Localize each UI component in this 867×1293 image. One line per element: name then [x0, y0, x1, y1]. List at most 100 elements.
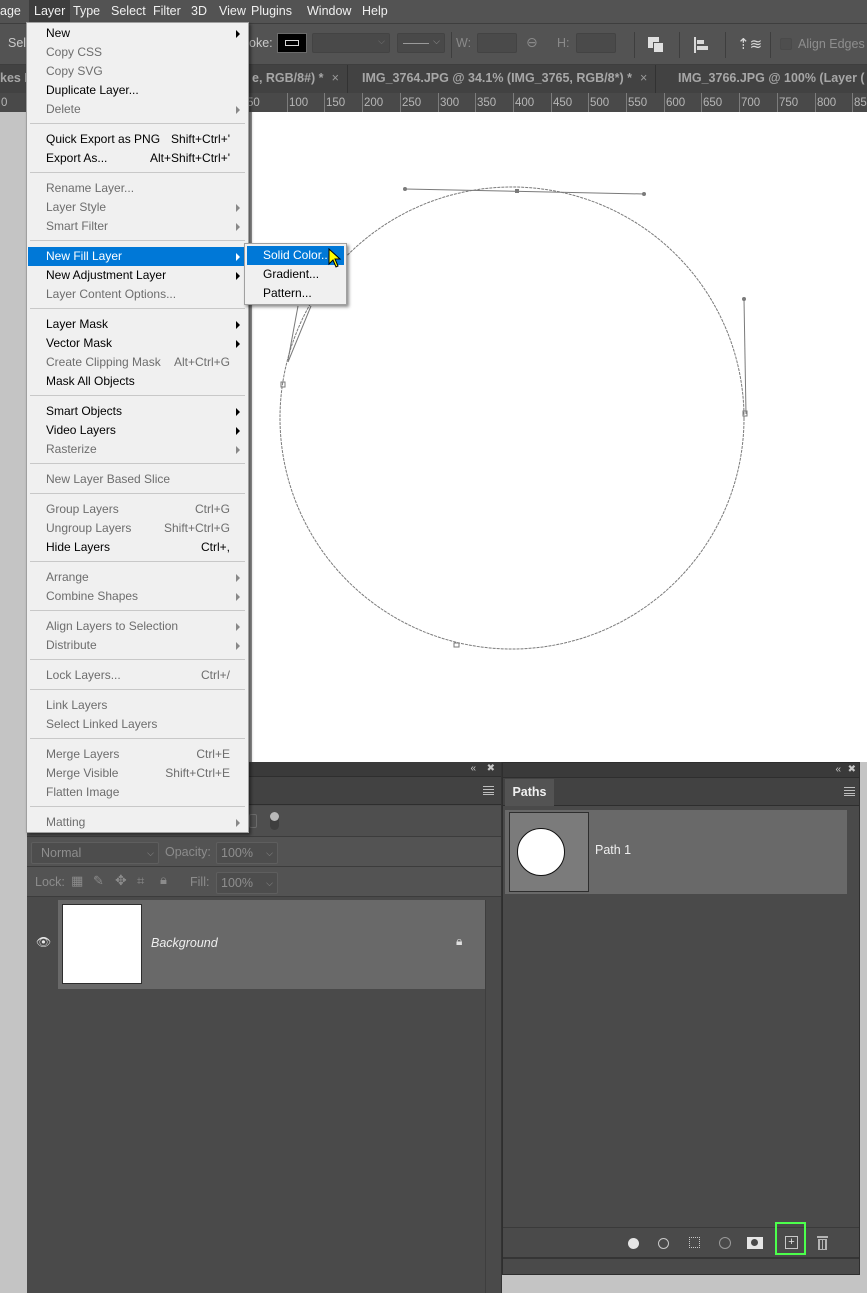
menu-item-hide-layers[interactable]: Hide Layers Ctrl+,	[28, 538, 247, 557]
path-row[interactable]: Path 1	[505, 810, 847, 894]
stroke-swatch[interactable]	[277, 33, 307, 53]
menu-item-new-fill-layer[interactable]: New Fill Layer	[28, 247, 247, 266]
menu-window[interactable]: Window	[302, 0, 356, 23]
lock-transparent-pixels-icon[interactable]: ▦	[71, 873, 83, 889]
filter-toggle[interactable]	[270, 812, 279, 830]
submenu-item-pattern[interactable]: Pattern...	[247, 284, 344, 303]
submenu-arrow-icon	[236, 253, 240, 261]
menu-item-shortcut: Alt+Shift+Ctrl+'	[150, 151, 230, 165]
menu-type[interactable]: Type	[68, 0, 105, 23]
stroke-path-icon[interactable]	[655, 1235, 673, 1251]
height-field[interactable]	[576, 33, 616, 53]
menu-help[interactable]: Help	[357, 0, 393, 23]
menu-item-duplicate-layer[interactable]: Duplicate Layer...	[28, 81, 247, 100]
trash-icon[interactable]	[814, 1235, 832, 1251]
panel-menu-icon[interactable]	[844, 787, 855, 796]
menu-item-flatten-image[interactable]: Flatten Image	[28, 783, 247, 802]
lock-image-pixels-icon[interactable]: ✎	[93, 873, 104, 889]
menu-plugins[interactable]: Plugins	[246, 0, 297, 23]
chevron-down-icon: ⌵	[266, 878, 273, 888]
add-mask-icon[interactable]	[746, 1235, 764, 1251]
menu-item-link-layers[interactable]: Link Layers	[28, 696, 247, 715]
layer-row-background[interactable]: 👁︎ Background 🔒︎	[27, 900, 485, 989]
menu-item-matting[interactable]: Matting	[28, 813, 247, 832]
width-field[interactable]	[477, 33, 517, 53]
collapse-icon[interactable]: «	[835, 764, 841, 775]
close-icon[interactable]: ✖	[487, 763, 495, 774]
menu-item-smart-filter[interactable]: Smart Filter	[28, 217, 247, 236]
collapse-icon[interactable]: «	[470, 763, 476, 774]
menu-item-rename-layer[interactable]: Rename Layer...	[28, 179, 247, 198]
fill-field[interactable]: 100% ⌵	[216, 872, 278, 894]
panel-menu-icon[interactable]	[483, 786, 494, 795]
menu-item-new[interactable]: New	[28, 24, 247, 43]
path-arrangement-icon[interactable]: ⇡≋	[737, 36, 762, 54]
menu-filter[interactable]: Filter	[148, 0, 186, 23]
lock-artboard-icon[interactable]: ⌗	[137, 873, 144, 889]
tab-paths[interactable]: Paths	[505, 779, 554, 806]
stroke-width-field[interactable]: ⌵	[312, 33, 390, 53]
menu-item-mask-all-objects[interactable]: Mask All Objects	[28, 372, 247, 391]
menu-item-layer-mask[interactable]: Layer Mask	[28, 315, 247, 334]
menu-item-new-adjustment-layer[interactable]: New Adjustment Layer	[28, 266, 247, 285]
menu-item-merge-layers[interactable]: Merge Layers Ctrl+E	[28, 745, 247, 764]
menu-item-quick-export-as-png[interactable]: Quick Export as PNG Shift+Ctrl+'	[28, 130, 247, 149]
handle-point[interactable]	[403, 187, 407, 191]
document-tab[interactable]: IMG_3766.JPG @ 100% (Layer (	[670, 65, 867, 93]
menu-select[interactable]: Select	[106, 0, 151, 23]
menu-item-smart-objects[interactable]: Smart Objects	[28, 402, 247, 421]
tab-close-icon[interactable]: ×	[332, 71, 339, 85]
lock-all-icon[interactable]: 🔒︎	[160, 872, 167, 888]
filter-smart-object-icon[interactable]	[249, 814, 257, 828]
document-tab[interactable]: e, RGB/8#) * ×	[244, 65, 348, 93]
menu-item-ungroup-layers[interactable]: Ungroup Layers Shift+Ctrl+G	[28, 519, 247, 538]
create-new-path-icon[interactable]: +	[783, 1235, 801, 1251]
menu-item-arrange[interactable]: Arrange	[28, 568, 247, 587]
menu-age[interactable]: age	[0, 0, 26, 23]
handle-point[interactable]	[742, 297, 746, 301]
menu-item-delete[interactable]: Delete	[28, 100, 247, 119]
menu-item-lock-layers[interactable]: Lock Layers... Ctrl+/	[28, 666, 247, 685]
menu-item-distribute[interactable]: Distribute	[28, 636, 247, 655]
link-icon[interactable]: ⊖	[526, 34, 538, 51]
fill-path-icon[interactable]	[625, 1235, 643, 1251]
lock-position-icon[interactable]: ✥	[115, 872, 127, 889]
stroke-type-dropdown[interactable]: ⌵	[397, 33, 445, 53]
menu-item-new-layer-based-slice[interactable]: New Layer Based Slice	[28, 470, 247, 489]
menu-item-align-layers-to-selection[interactable]: Align Layers to Selection	[28, 617, 247, 636]
opacity-field[interactable]: 100% ⌵	[216, 842, 278, 864]
menu-item-select-linked-layers[interactable]: Select Linked Layers	[28, 715, 247, 734]
menu-item-combine-shapes[interactable]: Combine Shapes	[28, 587, 247, 606]
close-icon[interactable]: ✖	[848, 764, 856, 775]
menu-item-create-clipping-mask[interactable]: Create Clipping Mask Alt+Ctrl+G	[28, 353, 247, 372]
anchor-point[interactable]	[515, 189, 519, 193]
anchor-point[interactable]	[453, 642, 460, 648]
make-work-path-icon[interactable]	[716, 1235, 734, 1251]
menu-item-layer-style[interactable]: Layer Style	[28, 198, 247, 217]
align-edges-checkbox[interactable]	[780, 38, 792, 50]
handle-point[interactable]	[642, 192, 646, 196]
paths-scrollbar[interactable]	[847, 810, 859, 1250]
menu-item-label: Copy CSS	[46, 45, 103, 59]
menu-item-video-layers[interactable]: Video Layers	[28, 421, 247, 440]
eye-icon[interactable]: 👁︎	[36, 935, 51, 949]
menu-item-group-layers[interactable]: Group Layers Ctrl+G	[28, 500, 247, 519]
menu-3d[interactable]: 3D	[186, 0, 212, 23]
tab-close-icon[interactable]: ×	[640, 71, 647, 85]
path-operations-icon[interactable]	[648, 37, 664, 53]
load-path-as-selection-icon[interactable]	[686, 1235, 704, 1251]
menu-item-export-as[interactable]: Export As... Alt+Shift+Ctrl+'	[28, 149, 247, 168]
menu-item-copy-css[interactable]: Copy CSS	[28, 43, 247, 62]
layers-scrollbar[interactable]	[485, 900, 501, 1293]
path-alignment-icon[interactable]	[694, 37, 712, 53]
menu-item-merge-visible[interactable]: Merge Visible Shift+Ctrl+E	[28, 764, 247, 783]
menu-item-copy-svg[interactable]: Copy SVG	[28, 62, 247, 81]
menu-item-vector-mask[interactable]: Vector Mask	[28, 334, 247, 353]
blend-mode-dropdown[interactable]: Normal ⌵	[31, 842, 159, 864]
menu-item-rasterize[interactable]: Rasterize	[28, 440, 247, 459]
menu-item-layer-content-options[interactable]: Layer Content Options...	[28, 285, 247, 304]
document-canvas[interactable]	[252, 112, 867, 762]
menu-layer[interactable]: Layer	[29, 0, 71, 23]
paths-panel-resize-handle[interactable]	[503, 1257, 859, 1274]
document-tab[interactable]: IMG_3764.JPG @ 34.1% (IMG_3765, RGB/8*) …	[354, 65, 657, 93]
